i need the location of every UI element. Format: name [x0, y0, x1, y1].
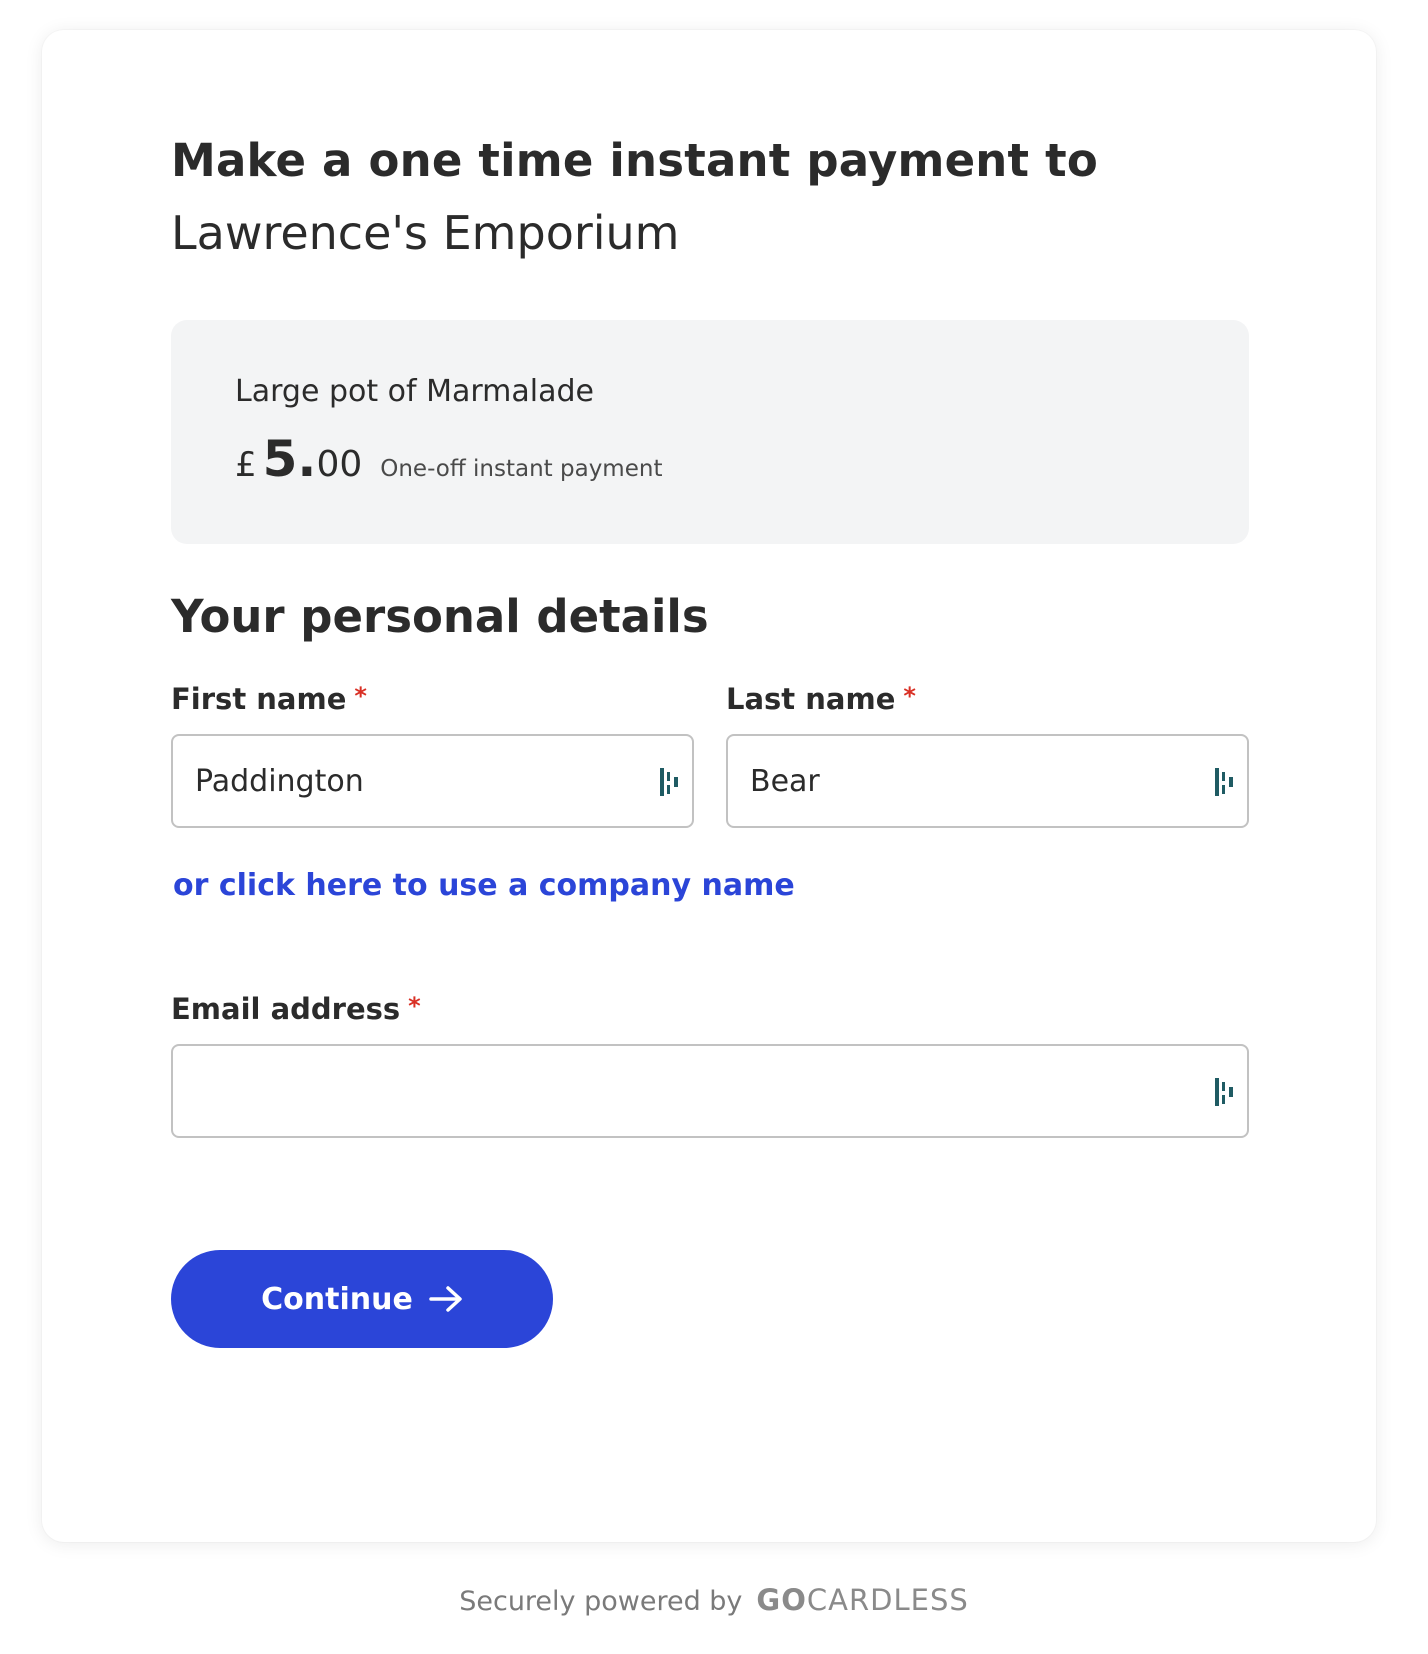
page-title: Make a one time instant payment to	[171, 134, 1098, 187]
gocardless-logo: GOCARDLESS	[756, 1583, 968, 1617]
payment-card: Make a one time instant payment to Lawre…	[42, 30, 1376, 1542]
brand-go: GO	[756, 1583, 807, 1617]
last-name-label: Last name *	[726, 682, 916, 716]
payment-summary: Large pot of Marmalade £ 5. 00 One-off i…	[171, 320, 1249, 544]
section-title-personal-details: Your personal details	[171, 590, 709, 643]
dashlane-autofill-icon[interactable]	[1213, 766, 1237, 798]
continue-button[interactable]: Continue	[171, 1250, 553, 1348]
first-name-input[interactable]	[173, 736, 692, 826]
email-label-text: Email address	[171, 992, 401, 1026]
arrow-right-icon	[429, 1286, 462, 1312]
summary-price: £ 5. 00 One-off instant payment	[235, 430, 662, 488]
email-label: Email address *	[171, 992, 421, 1026]
continue-button-label: Continue	[261, 1281, 413, 1317]
required-marker: *	[408, 992, 421, 1020]
last-name-field-wrapper	[726, 734, 1249, 828]
first-name-label: First name *	[171, 682, 367, 716]
amount-major: 5.	[262, 430, 317, 488]
merchant-name: Lawrence's Emporium	[171, 206, 680, 260]
footer: Securely powered by GOCARDLESS	[0, 1583, 1428, 1617]
currency-symbol: £	[235, 445, 257, 485]
brand-rest: CARDLESS	[806, 1583, 969, 1617]
email-field-wrapper	[171, 1044, 1249, 1138]
amount-minor: 00	[316, 444, 363, 485]
first-name-label-text: First name	[171, 682, 347, 716]
payment-type: One-off instant payment	[380, 456, 663, 482]
first-name-field-wrapper	[171, 734, 694, 828]
summary-item-name: Large pot of Marmalade	[235, 374, 594, 409]
last-name-label-text: Last name	[726, 682, 896, 716]
dashlane-autofill-icon[interactable]	[658, 766, 682, 798]
dashlane-autofill-icon[interactable]	[1213, 1076, 1237, 1108]
last-name-input[interactable]	[728, 736, 1247, 826]
required-marker: *	[354, 682, 367, 710]
email-input[interactable]	[173, 1046, 1247, 1136]
use-company-name-link[interactable]: or click here to use a company name	[173, 868, 795, 903]
footer-text: Securely powered by	[459, 1586, 743, 1617]
required-marker: *	[903, 682, 916, 710]
